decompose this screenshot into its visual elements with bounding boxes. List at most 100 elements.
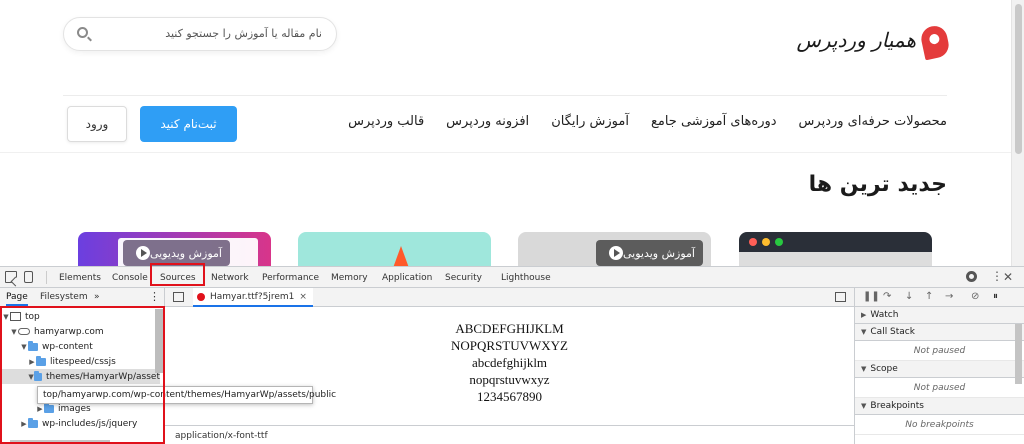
file-tree: ▼ top ▼ hamyarwp.com ▼ wp-content ▶ lite… — [0, 309, 165, 437]
tab-lighthouse[interactable]: Lighthouse — [501, 267, 551, 288]
collapse-arrow-icon[interactable]: ▶ — [36, 405, 44, 413]
scope-message: Not paused — [855, 378, 1024, 398]
website-viewport: نام مقاله یا آموزش را جستجو کنید همیار و… — [0, 0, 1024, 266]
inspect-element-icon[interactable] — [5, 271, 17, 283]
toolbar-separator — [46, 271, 47, 284]
section-title: Call Stack — [870, 327, 915, 337]
site-logo[interactable]: همیار وردپرس — [797, 23, 952, 64]
toggle-debugger-icon[interactable] — [835, 292, 846, 302]
tab-elements[interactable]: Elements — [59, 267, 101, 288]
device-toolbar-icon[interactable] — [24, 271, 33, 283]
tree-item[interactable]: ▶ litespeed/cssjs — [0, 354, 160, 369]
expand-arrow-icon[interactable]: ▼ — [10, 328, 18, 336]
callstack-section[interactable]: ▼ Call Stack — [855, 324, 1024, 341]
tree-item[interactable]: ▶ wp-includes/js/jquery — [0, 416, 160, 431]
tab-network[interactable]: Network — [211, 267, 249, 288]
sources-editor: Hamyar.ttf?5jrem1 × ABCDEFGHIJKLM NOPQRS… — [165, 288, 854, 444]
tab-application[interactable]: Application — [382, 267, 432, 288]
settings-gear-icon[interactable] — [966, 271, 977, 282]
window-dots — [749, 238, 783, 246]
signup-button[interactable]: ثبت‌نام کنید — [140, 106, 237, 142]
logo-icon — [918, 23, 952, 61]
tab-memory[interactable]: Memory — [331, 267, 368, 288]
badge-label: آموزش ویدیویی — [623, 246, 695, 260]
section-divider — [0, 152, 1011, 153]
tree-item[interactable]: ▼ wp-content — [0, 339, 160, 354]
post-card[interactable]: آموزش ویدیویی — [78, 232, 271, 266]
navigator-hscrollbar[interactable] — [10, 440, 110, 444]
frame-icon — [10, 312, 21, 321]
pause-icon[interactable]: ❚❚ — [863, 291, 880, 302]
close-icon[interactable]: ✕ — [1003, 271, 1015, 283]
tree-item-label: wp-content — [42, 341, 93, 352]
post-card[interactable]: آموزش ویدیویی — [518, 232, 711, 266]
toggle-navigator-icon[interactable] — [173, 292, 184, 302]
editor-tabbar: Hamyar.ttf?5jrem1 × — [165, 288, 854, 307]
section-title: جدید ترین ها — [808, 172, 947, 197]
flame-icon — [393, 246, 409, 266]
folder-icon — [44, 402, 54, 413]
expand-arrow-icon[interactable]: ▼ — [20, 343, 28, 351]
breakpoints-section[interactable]: ▼ Breakpoints — [855, 398, 1024, 415]
callstack-message: Not paused — [855, 341, 1024, 361]
error-icon — [197, 292, 205, 301]
tab-console[interactable]: Console — [112, 267, 148, 288]
scrollbar-thumb[interactable] — [1015, 4, 1022, 154]
nav-item-pro-products[interactable]: محصولات حرفه‌ای وردپرس — [799, 114, 947, 129]
scope-section[interactable]: ▼ Scope — [855, 361, 1024, 378]
subtab-page[interactable]: Page — [6, 292, 28, 306]
pause-on-exceptions-icon[interactable]: ⏸ — [993, 291, 998, 302]
folder-icon — [28, 417, 38, 428]
more-options-icon[interactable]: ⋮ — [991, 270, 1003, 283]
tree-item-label: litespeed/cssjs — [50, 356, 116, 367]
navigator-scrollbar[interactable] — [155, 309, 163, 373]
step-into-icon[interactable]: ↓ — [905, 291, 913, 302]
folder-icon — [36, 355, 46, 366]
header-divider — [63, 95, 947, 96]
devtools-panel: Elements Console Sources Network Perform… — [0, 266, 1024, 444]
login-button[interactable]: ورود — [67, 106, 127, 142]
expand-arrow-icon[interactable]: ▼ — [861, 328, 866, 336]
step-icon[interactable]: → — [945, 291, 953, 302]
collapse-arrow-icon[interactable]: ▶ — [20, 420, 28, 428]
search-box[interactable]: نام مقاله یا آموزش را جستجو کنید — [63, 17, 337, 51]
watch-section[interactable]: ▶ Watch — [855, 307, 1024, 324]
expand-arrow-icon[interactable]: ▼ — [2, 313, 10, 321]
navigator-menu-icon[interactable]: ⋮ — [149, 290, 160, 303]
tree-item-selected[interactable]: ▼ themes/HamyarWp/asset — [0, 369, 160, 384]
close-tab-icon[interactable]: × — [299, 292, 307, 302]
preview-line: NOPQRSTUVWXYZ — [451, 338, 568, 353]
post-card[interactable] — [739, 232, 932, 266]
deactivate-breakpoints-icon[interactable]: ⊘ — [971, 291, 979, 302]
tree-item[interactable]: ▼ top — [0, 309, 160, 324]
tree-item[interactable]: ▼ hamyarwp.com — [0, 324, 160, 339]
tab-performance[interactable]: Performance — [262, 267, 319, 288]
subtab-more[interactable]: » — [94, 292, 100, 302]
logo-text: همیار وردپرس — [796, 28, 917, 52]
cloud-icon — [18, 328, 30, 335]
path-tooltip: top/hamyarwp.com/wp-content/themes/Hamya… — [37, 386, 336, 404]
debugger-scrollbar[interactable] — [1015, 324, 1022, 384]
tab-security[interactable]: Security — [445, 267, 482, 288]
debugger-sidebar: ❚❚ ↷ ↓ ↑ → ⊘ ⏸ ▶ Watch ▼ Call Stack Not pa… — [854, 288, 1024, 444]
page-scrollbar[interactable] — [1011, 0, 1024, 266]
file-tab[interactable]: Hamyar.ttf?5jrem1 × — [193, 288, 313, 307]
nav-item-free-tutorials[interactable]: آموزش رایگان — [551, 114, 629, 129]
collapse-arrow-icon[interactable]: ▶ — [28, 358, 36, 366]
nav-item-courses[interactable]: دوره‌های آموزشی جامع — [651, 114, 777, 129]
subtab-filesystem[interactable]: Filesystem — [40, 292, 88, 302]
tree-item-label: themes/HamyarWp/asset — [46, 371, 160, 382]
nav-item-themes[interactable]: قالب وردپرس — [348, 114, 424, 129]
search-icon[interactable] — [77, 27, 88, 38]
nav-item-plugins[interactable]: افزونه وردپرس — [446, 114, 529, 129]
post-card[interactable] — [298, 232, 491, 266]
play-icon — [609, 246, 623, 260]
sources-tab-highlight — [150, 263, 205, 286]
section-title: Breakpoints — [870, 401, 924, 411]
preview-line: ABCDEFGHIJKLM — [455, 321, 564, 336]
expand-arrow-icon[interactable]: ▼ — [861, 402, 866, 410]
step-over-icon[interactable]: ↷ — [883, 291, 891, 302]
expand-arrow-icon[interactable]: ▶ — [861, 311, 866, 319]
expand-arrow-icon[interactable]: ▼ — [861, 365, 866, 373]
step-out-icon[interactable]: ↑ — [925, 291, 933, 302]
